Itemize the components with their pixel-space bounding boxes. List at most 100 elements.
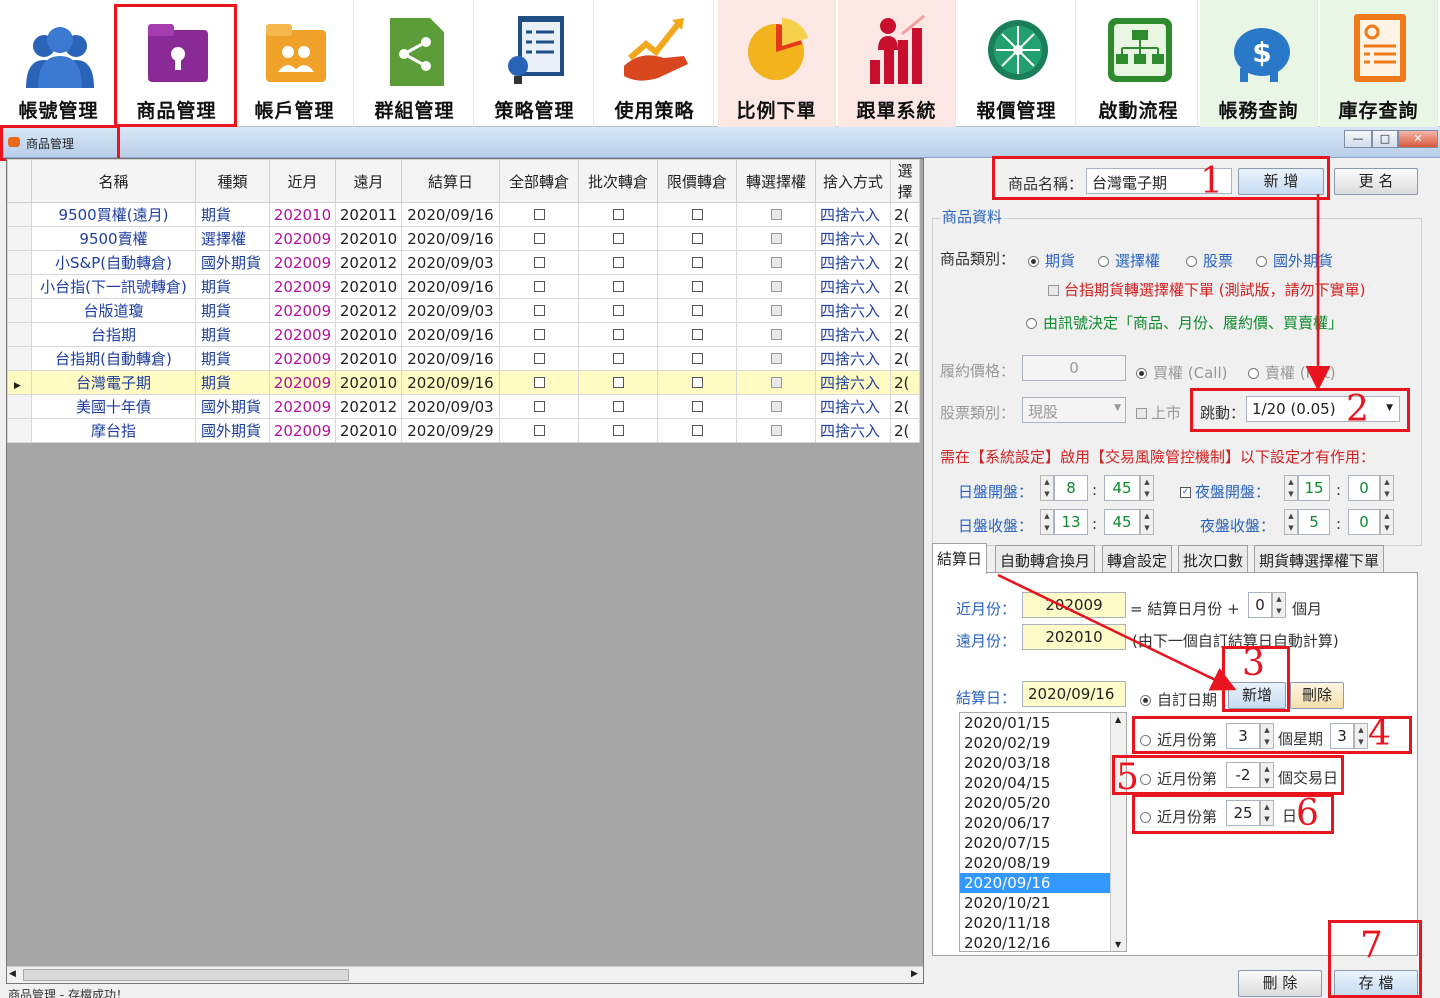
toolbar-use-strategy-button[interactable]: 使用策略 <box>596 0 714 127</box>
cell-checkbox[interactable] <box>499 418 579 443</box>
checkbox-icon[interactable] <box>533 328 545 340</box>
category-options-radio[interactable]: 選擇權 <box>1098 250 1160 271</box>
cell-extra[interactable]: 2( <box>890 346 920 371</box>
convert-option-checkbox[interactable]: 台指期貨轉選擇權下單 (測試版，請勿下實單) <box>1048 279 1365 300</box>
category-futures-radio[interactable]: 期貨 <box>1028 250 1075 271</box>
cell-checkbox[interactable] <box>499 250 579 275</box>
row-header[interactable] <box>7 394 32 419</box>
call-radio[interactable]: 買權 (Call) <box>1136 362 1227 383</box>
cell-near[interactable]: 202009 <box>269 298 336 323</box>
rename-button[interactable]: 更 名 <box>1334 168 1418 195</box>
cell-name[interactable]: 小台指(下一訊號轉倉) <box>31 274 196 299</box>
restore-button[interactable]: □ <box>1372 130 1398 148</box>
cell-checkbox[interactable] <box>578 418 658 443</box>
settle-date-list[interactable]: 2020/01/15 2020/02/19 2020/03/18 2020/04/15… <box>959 712 1127 952</box>
cell-checkbox[interactable] <box>657 418 737 443</box>
grid-horizontal-scrollbar[interactable]: ◀ ▶ <box>7 966 923 983</box>
cell-type[interactable]: 期貨 <box>195 370 270 395</box>
cell-checkbox[interactable] <box>736 298 816 323</box>
cell-checkbox[interactable] <box>736 226 816 251</box>
cell-checkbox[interactable] <box>657 370 737 395</box>
cell-name[interactable]: 摩台指 <box>31 418 196 443</box>
category-stocks-radio[interactable]: 股票 <box>1186 250 1233 271</box>
table-row[interactable]: 台版道瓊 期貨 202009 202012 2020/09/03 四捨六入 2( <box>7 298 920 323</box>
cell-name[interactable]: 小S&P(自動轉倉) <box>31 250 196 275</box>
checkbox-icon[interactable] <box>612 256 624 268</box>
cell-name[interactable]: 9500賣權 <box>31 226 196 251</box>
cell-checkbox[interactable] <box>657 202 737 227</box>
cell-near[interactable]: 202009 <box>269 370 336 395</box>
table-row[interactable]: 9500賣權 選擇權 202009 202010 2020/09/16 四捨六入 2( <box>7 226 920 251</box>
cell-checkbox[interactable] <box>578 202 658 227</box>
cell-far[interactable]: 202012 <box>335 250 402 275</box>
cell-name[interactable]: 台版道瓊 <box>31 298 196 323</box>
checkbox-icon[interactable] <box>691 208 703 220</box>
cell-rounding[interactable]: 四捨六入 <box>815 298 891 323</box>
checkbox-icon[interactable] <box>612 376 624 388</box>
custom-date-radio[interactable]: 自訂日期 <box>1140 689 1217 710</box>
cell-settle[interactable]: 2020/09/16 <box>401 370 500 395</box>
cell-extra[interactable]: 2( <box>890 370 920 395</box>
checkbox-icon[interactable] <box>533 304 545 316</box>
checkbox-icon[interactable] <box>691 352 703 364</box>
cell-type[interactable]: 國外期貨 <box>195 394 270 419</box>
delete-date-button[interactable]: 刪除 <box>1290 682 1344 709</box>
cell-checkbox[interactable] <box>499 322 579 347</box>
night-open-hour[interactable]: 15 <box>1298 475 1330 501</box>
signal-decide-radio[interactable]: 由訊號決定「商品、月份、履約價、買賣權」 <box>1026 312 1343 333</box>
cell-near[interactable]: 202009 <box>269 346 336 371</box>
cell-far[interactable]: 202010 <box>335 370 402 395</box>
cell-rounding[interactable]: 四捨六入 <box>815 394 891 419</box>
date-list-item[interactable]: 2020/09/16 <box>960 873 1126 893</box>
table-row[interactable]: 美國十年債 國外期貨 202009 202012 2020/09/03 四捨六入 2( <box>7 394 920 419</box>
day-close-hour[interactable]: 13 <box>1054 509 1088 535</box>
day-close-minute[interactable]: 45 <box>1104 509 1140 535</box>
checkbox-icon[interactable] <box>533 208 545 220</box>
checkbox-icon[interactable] <box>533 352 545 364</box>
cell-checkbox[interactable] <box>499 370 579 395</box>
date-list-item[interactable]: 2020/05/20 <box>960 793 1126 813</box>
cell-far[interactable]: 202012 <box>335 298 402 323</box>
scrollbar-thumb[interactable] <box>23 969 349 981</box>
checkbox-icon[interactable] <box>533 424 545 436</box>
row-header[interactable] <box>7 298 32 323</box>
spinner-icon[interactable]: ▲ ▼ <box>1140 475 1154 501</box>
checkbox-icon[interactable] <box>691 328 703 340</box>
checkbox-icon[interactable] <box>533 280 545 292</box>
col-rounding-header[interactable]: 捨入方式 <box>815 159 891 203</box>
night-close-minute[interactable]: 0 <box>1348 509 1380 535</box>
col-to-option-header[interactable]: 轉選擇權 <box>736 159 816 203</box>
col-near-header[interactable]: 近月 <box>269 159 336 203</box>
toolbar-strategy-button[interactable]: 策略管理 <box>476 0 594 127</box>
table-row[interactable]: 台指期(自動轉倉) 期貨 202009 202010 2020/09/16 四捨六入 2( <box>7 346 920 371</box>
date-list-item[interactable]: 2020/06/17 <box>960 813 1126 833</box>
toolbar-group-button[interactable]: 群組管理 <box>356 0 474 127</box>
cell-name[interactable]: 台指期 <box>31 322 196 347</box>
checkbox-icon[interactable] <box>612 304 624 316</box>
checkbox-icon[interactable] <box>770 232 782 244</box>
scroll-right-icon[interactable]: ▶ <box>911 969 918 979</box>
checkbox-icon[interactable] <box>612 208 624 220</box>
checkbox-icon[interactable] <box>770 328 782 340</box>
tab-futures-to-options[interactable]: 期貨轉選擇權下單 <box>1254 545 1385 573</box>
cell-checkbox[interactable] <box>578 298 658 323</box>
cell-name[interactable]: 9500買權(遠月) <box>31 202 196 227</box>
cell-name[interactable]: 台灣電子期 <box>31 370 196 395</box>
cell-type[interactable]: 期貨 <box>195 322 270 347</box>
col-type-header[interactable]: 種類 <box>195 159 270 203</box>
row-header[interactable]: ▶ <box>7 370 32 395</box>
cell-rounding[interactable]: 四捨六入 <box>815 418 891 443</box>
cell-extra[interactable]: 2( <box>890 274 920 299</box>
date-list-item[interactable]: 2020/04/15 <box>960 773 1126 793</box>
cell-settle[interactable]: 2020/09/16 <box>401 346 500 371</box>
cell-near[interactable]: 202009 <box>269 250 336 275</box>
cell-checkbox[interactable] <box>736 250 816 275</box>
checkbox-icon[interactable] <box>770 208 782 220</box>
cell-settle[interactable]: 2020/09/16 <box>401 202 500 227</box>
spinner-icon[interactable]: ▲ ▼ <box>1284 475 1298 501</box>
cell-checkbox[interactable] <box>657 226 737 251</box>
far-month-input[interactable]: 202010 <box>1022 624 1126 650</box>
cell-checkbox[interactable] <box>657 394 737 419</box>
cell-rounding[interactable]: 四捨六入 <box>815 274 891 299</box>
cell-checkbox[interactable] <box>736 418 816 443</box>
